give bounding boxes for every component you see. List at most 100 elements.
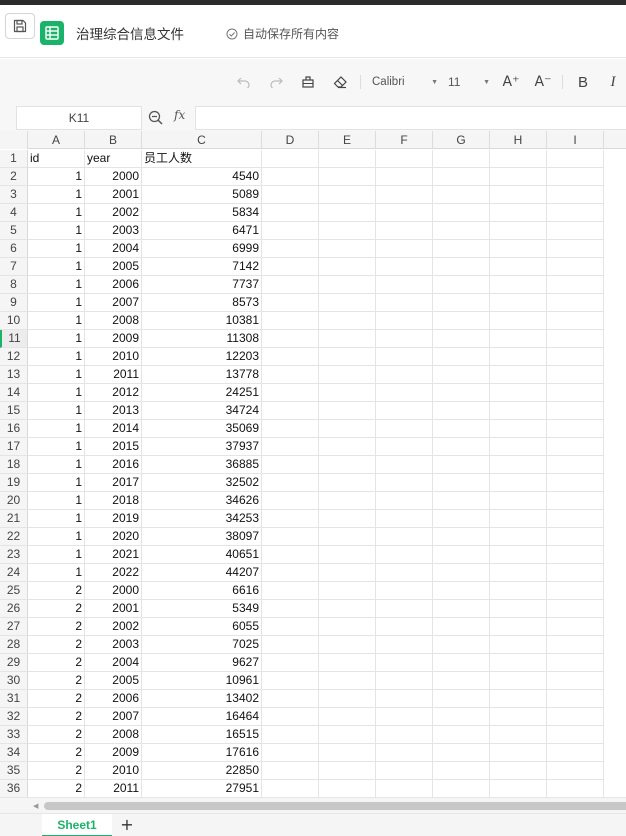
table-cell[interactable] <box>490 690 547 708</box>
table-cell[interactable]: 2008 <box>85 312 142 330</box>
table-cell[interactable] <box>262 186 319 204</box>
format-painter-button[interactable] <box>298 71 318 93</box>
column-header-i[interactable]: I <box>547 131 604 149</box>
table-cell[interactable] <box>433 312 490 330</box>
table-cell[interactable] <box>319 366 376 384</box>
table-cell[interactable] <box>490 348 547 366</box>
table-cell[interactable] <box>433 240 490 258</box>
table-cell[interactable] <box>547 222 604 240</box>
table-cell[interactable] <box>319 420 376 438</box>
table-cell[interactable] <box>376 348 433 366</box>
column-header-h[interactable]: H <box>490 131 547 149</box>
row-header[interactable]: 17 <box>0 438 28 456</box>
table-cell[interactable]: 24251 <box>142 384 262 402</box>
table-cell[interactable] <box>547 330 604 348</box>
table-cell[interactable]: 2010 <box>85 348 142 366</box>
table-cell[interactable]: 34253 <box>142 510 262 528</box>
font-size-select[interactable]: 11 ▼ <box>448 71 490 93</box>
row-header[interactable]: 14 <box>0 384 28 402</box>
table-cell[interactable] <box>262 348 319 366</box>
table-cell[interactable] <box>376 708 433 726</box>
fx-icon[interactable]: fx <box>174 108 185 122</box>
table-cell[interactable]: 6055 <box>142 618 262 636</box>
table-cell[interactable] <box>262 708 319 726</box>
horizontal-scrollbar[interactable]: ◀ <box>0 797 626 813</box>
row-header[interactable]: 35 <box>0 762 28 780</box>
table-cell[interactable] <box>490 618 547 636</box>
table-cell[interactable] <box>319 438 376 456</box>
table-cell[interactable] <box>376 420 433 438</box>
table-cell[interactable] <box>490 510 547 528</box>
table-cell[interactable]: 2003 <box>85 222 142 240</box>
table-cell[interactable] <box>490 420 547 438</box>
table-cell[interactable] <box>547 186 604 204</box>
italic-button[interactable]: I <box>604 71 622 93</box>
table-cell[interactable]: 32502 <box>142 474 262 492</box>
table-cell[interactable]: 2017 <box>85 474 142 492</box>
table-cell[interactable] <box>490 672 547 690</box>
table-cell[interactable] <box>319 636 376 654</box>
table-cell[interactable] <box>376 240 433 258</box>
table-cell[interactable]: 2004 <box>85 654 142 672</box>
table-cell[interactable] <box>262 690 319 708</box>
table-cell[interactable]: 13402 <box>142 690 262 708</box>
table-cell[interactable] <box>262 636 319 654</box>
row-header[interactable]: 1 <box>0 150 28 168</box>
table-cell[interactable] <box>433 186 490 204</box>
row-header[interactable]: 5 <box>0 222 28 240</box>
table-cell[interactable]: 34626 <box>142 492 262 510</box>
decrease-font-size-button[interactable]: A⁻ <box>532 71 554 93</box>
table-cell[interactable] <box>262 366 319 384</box>
table-cell[interactable] <box>319 780 376 797</box>
row-header[interactable]: 24 <box>0 564 28 582</box>
table-cell[interactable]: 2 <box>28 654 85 672</box>
table-cell[interactable]: 38097 <box>142 528 262 546</box>
table-cell[interactable]: 34724 <box>142 402 262 420</box>
table-cell[interactable]: 2007 <box>85 294 142 312</box>
table-cell[interactable] <box>547 726 604 744</box>
font-name-select[interactable]: Calibri ▼ <box>372 71 438 93</box>
redo-button[interactable] <box>266 71 286 93</box>
table-cell[interactable] <box>490 240 547 258</box>
table-cell[interactable] <box>433 222 490 240</box>
table-cell[interactable] <box>433 330 490 348</box>
table-cell[interactable]: 1 <box>28 258 85 276</box>
document-title[interactable]: 治理综合信息文件 <box>76 23 184 43</box>
table-cell[interactable]: 1 <box>28 510 85 528</box>
table-cell[interactable] <box>490 312 547 330</box>
table-cell[interactable] <box>490 276 547 294</box>
table-cell[interactable]: 2002 <box>85 618 142 636</box>
table-cell[interactable] <box>376 528 433 546</box>
table-cell[interactable]: 2 <box>28 672 85 690</box>
table-cell[interactable]: 2013 <box>85 402 142 420</box>
table-cell[interactable]: 2 <box>28 636 85 654</box>
table-cell[interactable] <box>490 186 547 204</box>
table-cell[interactable]: 36885 <box>142 456 262 474</box>
scroll-left-icon[interactable]: ◀ <box>33 802 38 810</box>
table-cell[interactable] <box>490 564 547 582</box>
table-cell[interactable]: 2007 <box>85 708 142 726</box>
table-cell[interactable] <box>262 780 319 797</box>
table-cell[interactable]: 2006 <box>85 690 142 708</box>
row-header[interactable]: 13 <box>0 366 28 384</box>
table-cell[interactable] <box>376 402 433 420</box>
table-cell[interactable] <box>376 384 433 402</box>
table-cell[interactable] <box>433 150 490 168</box>
table-cell[interactable] <box>547 168 604 186</box>
table-cell[interactable] <box>490 366 547 384</box>
table-cell[interactable]: 1 <box>28 546 85 564</box>
table-cell[interactable] <box>376 510 433 528</box>
table-cell[interactable]: 2 <box>28 582 85 600</box>
table-cell[interactable] <box>490 546 547 564</box>
column-header-f[interactable]: F <box>376 131 433 149</box>
column-header-c[interactable]: C <box>142 131 262 149</box>
table-cell[interactable] <box>319 528 376 546</box>
table-cell[interactable] <box>376 618 433 636</box>
table-cell[interactable] <box>490 330 547 348</box>
table-cell[interactable] <box>547 492 604 510</box>
table-cell[interactable] <box>262 384 319 402</box>
table-cell[interactable] <box>433 420 490 438</box>
table-cell[interactable]: 2020 <box>85 528 142 546</box>
table-cell[interactable]: 2000 <box>85 582 142 600</box>
table-cell[interactable]: 2 <box>28 708 85 726</box>
